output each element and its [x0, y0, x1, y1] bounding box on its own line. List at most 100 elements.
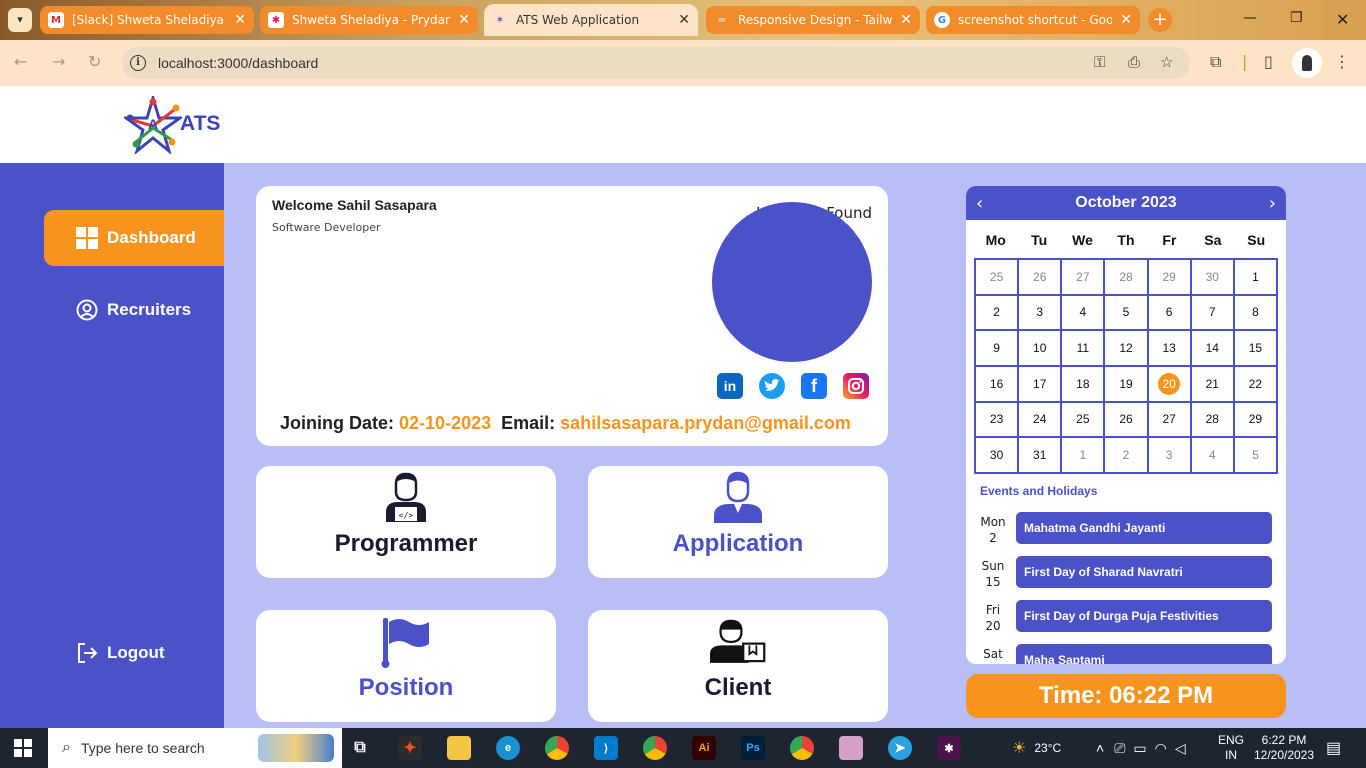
taskbar-search[interactable]: ⌕ Type here to search — [48, 728, 342, 768]
calendar-day[interactable]: 1 — [1233, 259, 1277, 295]
bookmark-star-icon[interactable]: ☆ — [1160, 53, 1173, 71]
figma-icon[interactable]: ✦ — [398, 736, 422, 760]
twitter-icon[interactable] — [759, 373, 785, 399]
profile-avatar[interactable] — [1292, 48, 1322, 78]
new-tab-button[interactable]: + — [1148, 8, 1172, 32]
instagram-icon[interactable] — [843, 373, 869, 399]
browser-tab-5[interactable]: G screenshot shortcut - Googl ✕ — [926, 6, 1140, 34]
calendar-day[interactable]: 3 — [1018, 294, 1062, 331]
url-text[interactable]: localhost:3000/dashboard — [158, 55, 318, 71]
calendar-day[interactable]: 4 — [1190, 437, 1234, 473]
event-row[interactable]: Fri 20 First Day of Durga Puja Festivities — [976, 600, 1276, 636]
windows-start-icon[interactable] — [14, 739, 32, 757]
next-month-icon[interactable]: › — [1269, 193, 1276, 214]
browser-tab-1[interactable]: M [Slack] Shweta Sheladiya sen ✕ — [40, 6, 254, 34]
calendar-day[interactable]: 5 — [1233, 437, 1277, 473]
forward-icon[interactable]: → — [52, 52, 65, 71]
logout-button[interactable]: Logout — [44, 625, 224, 681]
event-row[interactable]: Sun 15 First Day of Sharad Navratri — [976, 556, 1276, 592]
image-viewer-icon[interactable] — [839, 736, 863, 760]
volume-icon[interactable]: ◁ — [1175, 740, 1186, 757]
illustrator-icon[interactable]: Ai — [692, 736, 716, 760]
browser-tab-2[interactable]: ✱ Shweta Sheladiya - Prydan - ✕ — [260, 6, 478, 34]
calendar-day[interactable]: 17 — [1018, 366, 1062, 402]
restore-icon[interactable]: ❐ — [1290, 10, 1303, 26]
site-info-icon[interactable]: i — [130, 55, 146, 71]
browser-tab-4[interactable]: ≈ Responsive Design - Tailwin ✕ — [706, 6, 920, 34]
calendar-day[interactable]: 24 — [1018, 401, 1062, 438]
calendar-day[interactable]: 6 — [1147, 294, 1191, 331]
calendar-day[interactable]: 26 — [1104, 401, 1148, 438]
vscode-icon[interactable]: ⟩ — [594, 736, 618, 760]
calendar-day[interactable]: 14 — [1190, 330, 1234, 366]
sidebar-item-dashboard[interactable]: Dashboard — [44, 210, 224, 266]
browser-tab-3[interactable]: ✶ ATS Web Application ✕ — [484, 4, 698, 36]
browser-menu-icon[interactable]: ⋮ — [1334, 52, 1350, 71]
calendar-day[interactable]: 3 — [1147, 437, 1191, 473]
photoshop-icon[interactable]: Ps — [741, 736, 765, 760]
tab-close-icon[interactable]: ✕ — [458, 12, 470, 28]
calendar-day-today[interactable]: 20 — [1147, 366, 1191, 402]
card-programmer[interactable]: </> Programmer — [256, 466, 556, 578]
weather-widget[interactable]: ☀ 23°C — [1012, 728, 1061, 768]
calendar-day[interactable]: 25 — [1061, 401, 1105, 438]
calendar-day[interactable]: 8 — [1233, 294, 1277, 331]
calendar-day[interactable]: 10 — [1018, 330, 1062, 366]
tab-close-icon[interactable]: ✕ — [234, 12, 246, 28]
file-explorer-icon[interactable] — [447, 736, 471, 760]
tab-search-button[interactable]: ▾ — [8, 8, 32, 32]
calendar-day[interactable]: 23 — [975, 401, 1019, 438]
calendar-day[interactable]: 18 — [1061, 366, 1105, 402]
calendar-day[interactable]: 27 — [1061, 259, 1105, 295]
notifications-icon[interactable]: ▤ — [1326, 728, 1341, 768]
calendar-day[interactable]: 12 — [1104, 330, 1148, 366]
calendar-day[interactable]: 28 — [1190, 401, 1234, 438]
password-key-icon[interactable]: ⚿ — [1094, 53, 1105, 71]
calendar-day[interactable]: 29 — [1147, 259, 1191, 295]
tray-chevron-icon[interactable]: ˄ — [1096, 740, 1104, 756]
extensions-icon[interactable]: ⧉ — [1210, 52, 1221, 72]
facebook-icon[interactable]: f — [801, 373, 827, 399]
calendar-day[interactable]: 31 — [1018, 437, 1062, 473]
install-app-icon[interactable]: ⎙ — [1128, 53, 1140, 71]
card-application[interactable]: Application — [588, 466, 888, 578]
event-row[interactable]: Sat Maha Saptami — [976, 644, 1276, 664]
wifi-icon[interactable]: ◠ — [1155, 740, 1167, 757]
card-position[interactable]: Position — [256, 610, 556, 722]
meet-now-icon[interactable]: ⎚ — [1114, 740, 1125, 757]
calendar-day[interactable]: 2 — [1104, 437, 1148, 473]
calendar-day[interactable]: 15 — [1233, 330, 1277, 366]
chrome-profile-icon[interactable] — [643, 736, 667, 760]
calendar-day[interactable]: 29 — [1233, 401, 1277, 438]
calendar-day[interactable]: 30 — [1190, 259, 1234, 295]
language-indicator[interactable]: ENG IN — [1218, 728, 1244, 768]
calendar-day[interactable]: 4 — [1061, 294, 1105, 331]
tab-close-icon[interactable]: ✕ — [900, 12, 912, 28]
prev-month-icon[interactable]: ‹ — [976, 193, 983, 214]
calendar-day[interactable]: 28 — [1104, 259, 1148, 295]
linkedin-icon[interactable]: in — [717, 373, 743, 399]
calendar-day[interactable]: 30 — [975, 437, 1019, 473]
calendar-day[interactable]: 21 — [1190, 366, 1234, 402]
chrome-icon[interactable] — [545, 736, 569, 760]
calendar-day[interactable]: 26 — [1018, 259, 1062, 295]
calendar-day[interactable]: 7 — [1190, 294, 1234, 331]
task-view-icon[interactable]: ⧉ — [348, 736, 372, 760]
back-icon[interactable]: ← — [14, 52, 27, 71]
calendar-day[interactable]: 5 — [1104, 294, 1148, 331]
close-window-icon[interactable]: ✕ — [1336, 10, 1349, 29]
sidebar-item-recruiters[interactable]: Recruiters — [44, 282, 224, 338]
taskbar-clock[interactable]: 6:22 PM 12/20/2023 — [1254, 728, 1314, 768]
telegram-icon[interactable]: ➤ — [888, 736, 912, 760]
battery-icon[interactable]: ▭ — [1133, 740, 1146, 757]
tab-close-icon[interactable]: ✕ — [678, 12, 690, 28]
calendar-day[interactable]: 13 — [1147, 330, 1191, 366]
calendar-day[interactable]: 16 — [975, 366, 1019, 402]
card-client[interactable]: Client — [588, 610, 888, 722]
side-panel-icon[interactable]: ▯ — [1264, 52, 1273, 71]
edge-icon[interactable]: e — [496, 736, 520, 760]
calendar-day[interactable]: 25 — [975, 259, 1019, 295]
minimize-icon[interactable]: — — [1243, 10, 1257, 26]
calendar-day[interactable]: 9 — [975, 330, 1019, 366]
calendar-day[interactable]: 1 — [1061, 437, 1105, 473]
